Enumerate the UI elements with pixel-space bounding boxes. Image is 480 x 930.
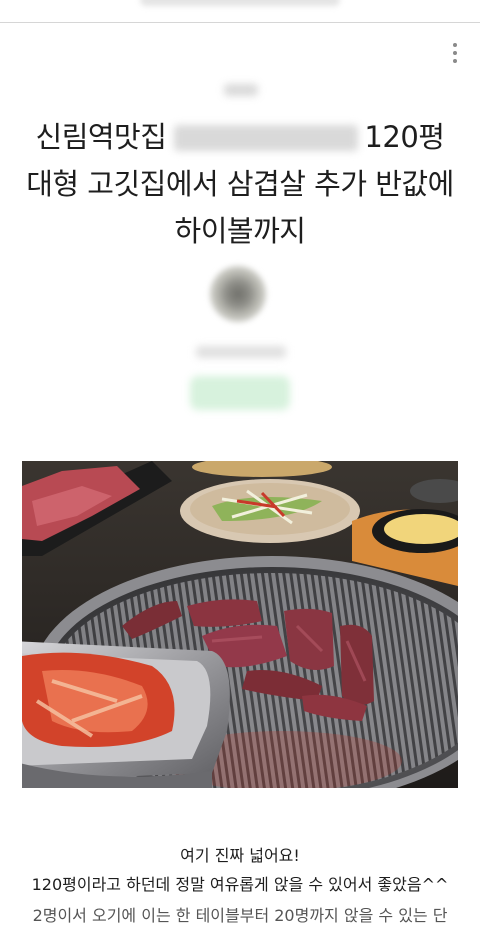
blurred-restaurant-name <box>174 125 359 151</box>
more-options-button[interactable] <box>444 40 466 66</box>
post-photo[interactable] <box>22 461 458 788</box>
more-vertical-icon-dot <box>453 51 457 55</box>
author-avatar[interactable] <box>210 266 266 322</box>
body-line-3: 2명이서 오기에 이는 한 테이블부터 20명까지 앉을 수 있는 단 <box>32 906 448 925</box>
title-text-2: 120평 <box>364 120 445 154</box>
blurred-category <box>224 84 258 96</box>
title-text-4: 하이볼까지 <box>174 214 306 248</box>
follow-button[interactable] <box>190 376 290 410</box>
title-text-1: 신림역맛집 <box>35 120 167 154</box>
title-text-3: 대형 고깃집에서 삼겹살 추가 반값에 <box>26 167 454 201</box>
body-line-1: 여기 진짜 넓어요! <box>180 846 300 865</box>
more-vertical-icon-dot <box>453 59 457 63</box>
top-bar <box>0 0 480 23</box>
blurred-author-name[interactable] <box>196 346 286 358</box>
more-vertical-icon <box>453 43 457 47</box>
post-title: 신림역맛집 120평 대형 고깃집에서 삼겹살 추가 반값에 하이볼까지 <box>20 114 460 255</box>
blurred-header-text <box>140 0 340 6</box>
grilled-beef-photo <box>22 461 458 788</box>
body-line-2: 120평이라고 하던데 정말 여유롭게 앉을 수 있어서 좋았음^^ <box>31 875 449 894</box>
